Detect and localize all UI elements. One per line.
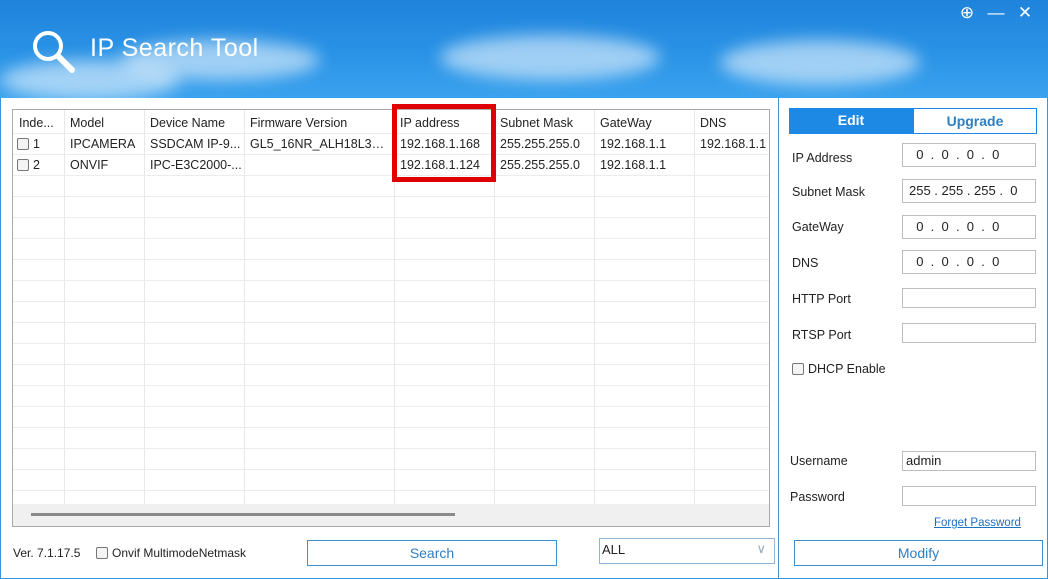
- table-cell: 2: [17, 158, 60, 172]
- modify-button[interactable]: Modify: [794, 540, 1043, 566]
- row-checkbox[interactable]: [17, 138, 29, 150]
- cell-text: 2: [33, 158, 40, 172]
- table-row[interactable]: [13, 449, 769, 470]
- cell-text: 255.255.255.0: [500, 137, 580, 151]
- table-header: Inde... Model Device Name Firmware Version I…: [13, 113, 769, 134]
- panel-divider: [778, 98, 779, 579]
- username-field[interactable]: admin: [902, 451, 1036, 471]
- filter-dropdown[interactable]: ALL ∨: [599, 538, 775, 564]
- table-cell: 1: [17, 137, 60, 151]
- table-row[interactable]: [13, 239, 769, 260]
- column-header[interactable]: Inde...: [19, 116, 62, 130]
- dns-label: DNS: [792, 256, 819, 270]
- table-cell: 255.255.255.0: [500, 137, 592, 151]
- forget-password-link[interactable]: Forget Password: [934, 517, 1021, 529]
- scrollbar-thumb[interactable]: [31, 513, 455, 516]
- password-label: Password: [790, 490, 845, 504]
- table-row[interactable]: [13, 197, 769, 218]
- http-port-label: HTTP Port: [792, 292, 851, 306]
- cloud-decoration: [0, 60, 180, 98]
- cell-text: 192.168.1.1: [600, 158, 667, 172]
- cloud-decoration: [720, 40, 920, 85]
- cell-text: 255.255.255.0: [500, 158, 580, 172]
- table-row[interactable]: [13, 407, 769, 428]
- subnet-mask-label: Subnet Mask: [792, 185, 865, 199]
- minimize-button[interactable]: —: [986, 3, 1006, 23]
- column-header[interactable]: Firmware Version: [250, 116, 392, 130]
- table-cell: GL5_16NR_ALH18L3A0...: [250, 137, 392, 151]
- column-header[interactable]: Device Name: [150, 116, 242, 130]
- title-bar: IP Search Tool ⊕ — ✕: [0, 0, 1048, 98]
- tab-edit[interactable]: Edit: [789, 108, 913, 134]
- onvif-multimode-checkbox[interactable]: Onvif MultimodeNetmask: [96, 546, 246, 560]
- close-button[interactable]: ✕: [1015, 3, 1035, 23]
- cell-text: GL5_16NR_ALH18L3A0...: [250, 137, 392, 151]
- table-row[interactable]: [13, 323, 769, 344]
- table-cell: ONVIF: [70, 158, 142, 172]
- ip-address-field[interactable]: 0 . 0 . 0 . 0: [902, 143, 1036, 167]
- column-header[interactable]: Subnet Mask: [500, 116, 592, 130]
- column-header[interactable]: GateWay: [600, 116, 692, 130]
- cell-text: IPCAMERA: [70, 137, 136, 151]
- column-header[interactable]: Model: [70, 116, 142, 130]
- table-row[interactable]: [13, 281, 769, 302]
- search-logo-icon: [33, 31, 75, 73]
- password-field[interactable]: [902, 486, 1036, 506]
- cell-text: ONVIF: [70, 158, 109, 172]
- table-row[interactable]: [13, 176, 769, 197]
- table-row[interactable]: [13, 428, 769, 449]
- table-cell: 192.168.1.1: [700, 137, 769, 151]
- settings-icon[interactable]: ⊕: [957, 3, 977, 23]
- gateway-label: GateWay: [792, 220, 844, 234]
- table-cell: 192.168.1.1: [600, 158, 692, 172]
- table-row[interactable]: [13, 218, 769, 239]
- table-row[interactable]: 2 ONVIF IPC-E3C2000-... 192.168.1.124 255.25…: [13, 155, 769, 176]
- table-cell: IPCAMERA: [70, 137, 142, 151]
- onvif-label: Onvif MultimodeNetmask: [112, 546, 247, 560]
- table-row[interactable]: [13, 386, 769, 407]
- row-checkbox[interactable]: [17, 159, 29, 171]
- table-cell: 192.168.1.1: [600, 137, 692, 151]
- column-header[interactable]: DNS: [700, 116, 769, 130]
- rtsp-port-label: RTSP Port: [792, 328, 852, 342]
- rtsp-port-field[interactable]: [902, 323, 1036, 343]
- username-label: Username: [790, 454, 848, 468]
- filter-value: ALL: [602, 542, 626, 557]
- cell-text: SSDCAM IP-9...: [150, 137, 241, 151]
- table-row[interactable]: 1 IPCAMERA SSDCAM IP-9... GL5_16NR_ALH18L3A…: [13, 134, 769, 155]
- version-label: Ver. 7.1.17.5: [13, 546, 81, 560]
- table-row[interactable]: [13, 344, 769, 365]
- table-cell: IPC-E3C2000-...: [150, 158, 242, 172]
- cell-text: 1: [33, 137, 40, 151]
- cell-text: 192.168.1.1: [600, 137, 667, 151]
- table-row[interactable]: [13, 302, 769, 323]
- http-port-field[interactable]: [902, 288, 1036, 308]
- cell-text: IPC-E3C2000-...: [150, 158, 242, 172]
- table-cell: 255.255.255.0: [500, 158, 592, 172]
- dns-field[interactable]: 0 . 0 . 0 . 0: [902, 250, 1036, 274]
- gateway-field[interactable]: 0 . 0 . 0 . 0: [902, 215, 1036, 239]
- table-cell: SSDCAM IP-9...: [150, 137, 242, 151]
- tab-upgrade[interactable]: Upgrade: [913, 108, 1037, 134]
- horizontal-scrollbar[interactable]: [13, 504, 769, 526]
- device-table: Inde... Model Device Name Firmware Version I…: [12, 109, 770, 527]
- search-button[interactable]: Search: [307, 540, 557, 566]
- checkbox-icon[interactable]: [792, 363, 804, 375]
- table-row[interactable]: [13, 470, 769, 491]
- table-row[interactable]: [13, 365, 769, 386]
- table-row[interactable]: [13, 260, 769, 281]
- checkbox-icon[interactable]: [96, 547, 108, 559]
- subnet-mask-field[interactable]: 255 . 255 . 255 . 0: [902, 179, 1036, 203]
- cell-text: 192.168.1.1: [700, 137, 767, 151]
- app-title: IP Search Tool: [90, 34, 259, 62]
- dhcp-label: DHCP Enable: [808, 362, 886, 376]
- cloud-decoration: [440, 35, 660, 80]
- chevron-down-icon: ∨: [756, 541, 766, 556]
- ip-address-label: IP Address: [792, 151, 853, 165]
- ip-column-highlight: [392, 104, 496, 182]
- dhcp-enable-checkbox[interactable]: DHCP Enable: [792, 362, 886, 376]
